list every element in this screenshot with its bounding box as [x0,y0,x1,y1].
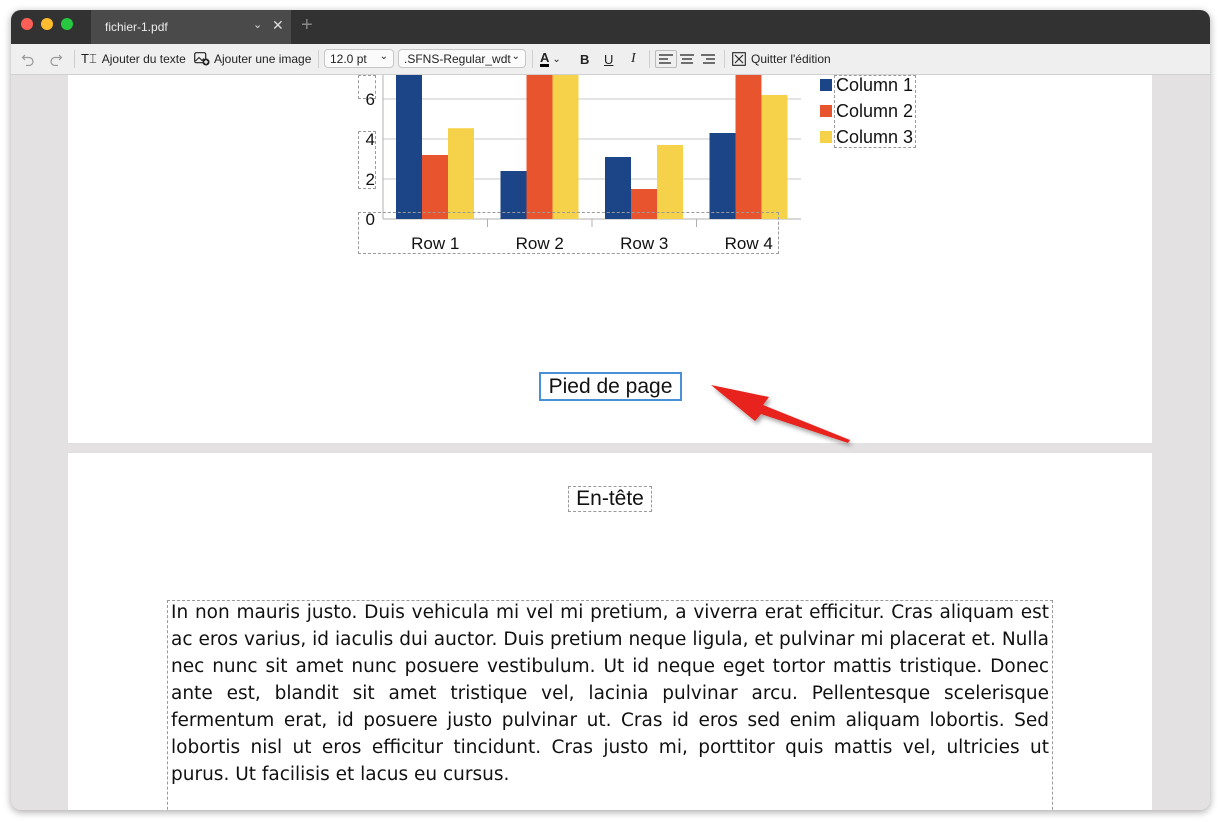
quit-edit-label: Quitter l'édition [751,52,831,66]
app-window: fichier-1.pdf ⌄ ✕ + T⌶ Ajouter du texte … [11,10,1210,810]
document-tab[interactable]: fichier-1.pdf ⌄ ✕ [91,10,291,44]
header-text-box[interactable]: En-tête [568,486,652,512]
pdf-page-1: 0 2 4 6 Row 1 Row 2 Row 3 Row 4 Column 1 Column 2… [68,75,1152,443]
align-center-icon [680,54,694,64]
text-color-button[interactable]: A ⌄ [540,44,561,74]
add-image-label: Ajouter une image [214,52,312,66]
new-tab-icon[interactable]: + [301,14,313,37]
align-right-icon [701,54,715,64]
undo-icon[interactable] [21,44,35,74]
bar [735,75,762,219]
italic-button[interactable]: I [631,44,636,74]
footer-text-box[interactable]: Pied de page [539,372,682,401]
underline-button[interactable]: U [604,44,613,74]
quit-edit-button[interactable]: Quitter l'édition [732,44,831,74]
font-family-select[interactable]: .SFNS-Regular_wdt ⌄ [398,49,526,68]
body-paragraph: In non mauris justo. Duis vehicula mi ve… [171,602,1049,785]
add-image-button[interactable]: Ajouter une image [194,44,311,74]
legend-swatch [820,131,832,143]
tab-title: fichier-1.pdf [105,20,168,34]
minimize-window-button[interactable] [41,18,53,30]
add-text-button[interactable]: T⌶ Ajouter du texte [81,44,186,74]
image-plus-icon [194,52,210,66]
font-family-value: .SFNS-Regular_wdt [404,51,511,66]
chart-axis-selection [358,212,779,254]
bar [605,157,631,219]
bar [448,128,474,219]
tick-selection [358,75,376,99]
align-left-button[interactable] [655,44,677,74]
bar [396,75,422,219]
bold-button[interactable]: B [580,44,589,74]
bar [709,133,736,219]
legend-swatch [820,105,832,117]
close-window-button[interactable] [21,18,33,30]
text-cursor-icon: T⌶ [81,51,97,66]
edit-toolbar: T⌶ Ajouter du texte Ajouter une image 12… [11,44,1210,75]
chevron-down-icon[interactable]: ⌄ [253,18,262,31]
close-box-icon [732,52,746,66]
bar [526,75,553,219]
tick-selection [358,131,376,189]
align-left-icon [655,50,677,68]
bar [761,95,788,219]
title-bar: fichier-1.pdf ⌄ ✕ + [11,10,1210,44]
redo-icon[interactable] [49,44,63,74]
close-tab-icon[interactable]: ✕ [272,17,284,34]
document-canvas: 0 2 4 6 Row 1 Row 2 Row 3 Row 4 Column 1 Column 2… [11,75,1210,810]
align-right-button[interactable] [699,44,717,74]
bar [552,75,579,219]
legend-selection [834,75,916,148]
zoom-window-button[interactable] [61,18,73,30]
align-center-button[interactable] [678,44,696,74]
legend-swatch [820,79,832,91]
font-size-value: 12.0 pt [330,51,367,66]
bar [657,145,683,219]
chevron-down-icon: ⌄ [511,51,520,62]
font-size-select[interactable]: 12.0 pt ⌄ [324,49,394,68]
add-text-label: Ajouter du texte [101,52,186,66]
text-color-icon: A [540,49,550,67]
chevron-down-icon: ⌄ [379,51,388,62]
bar [422,155,448,219]
chevron-down-icon: ⌄ [552,53,561,65]
